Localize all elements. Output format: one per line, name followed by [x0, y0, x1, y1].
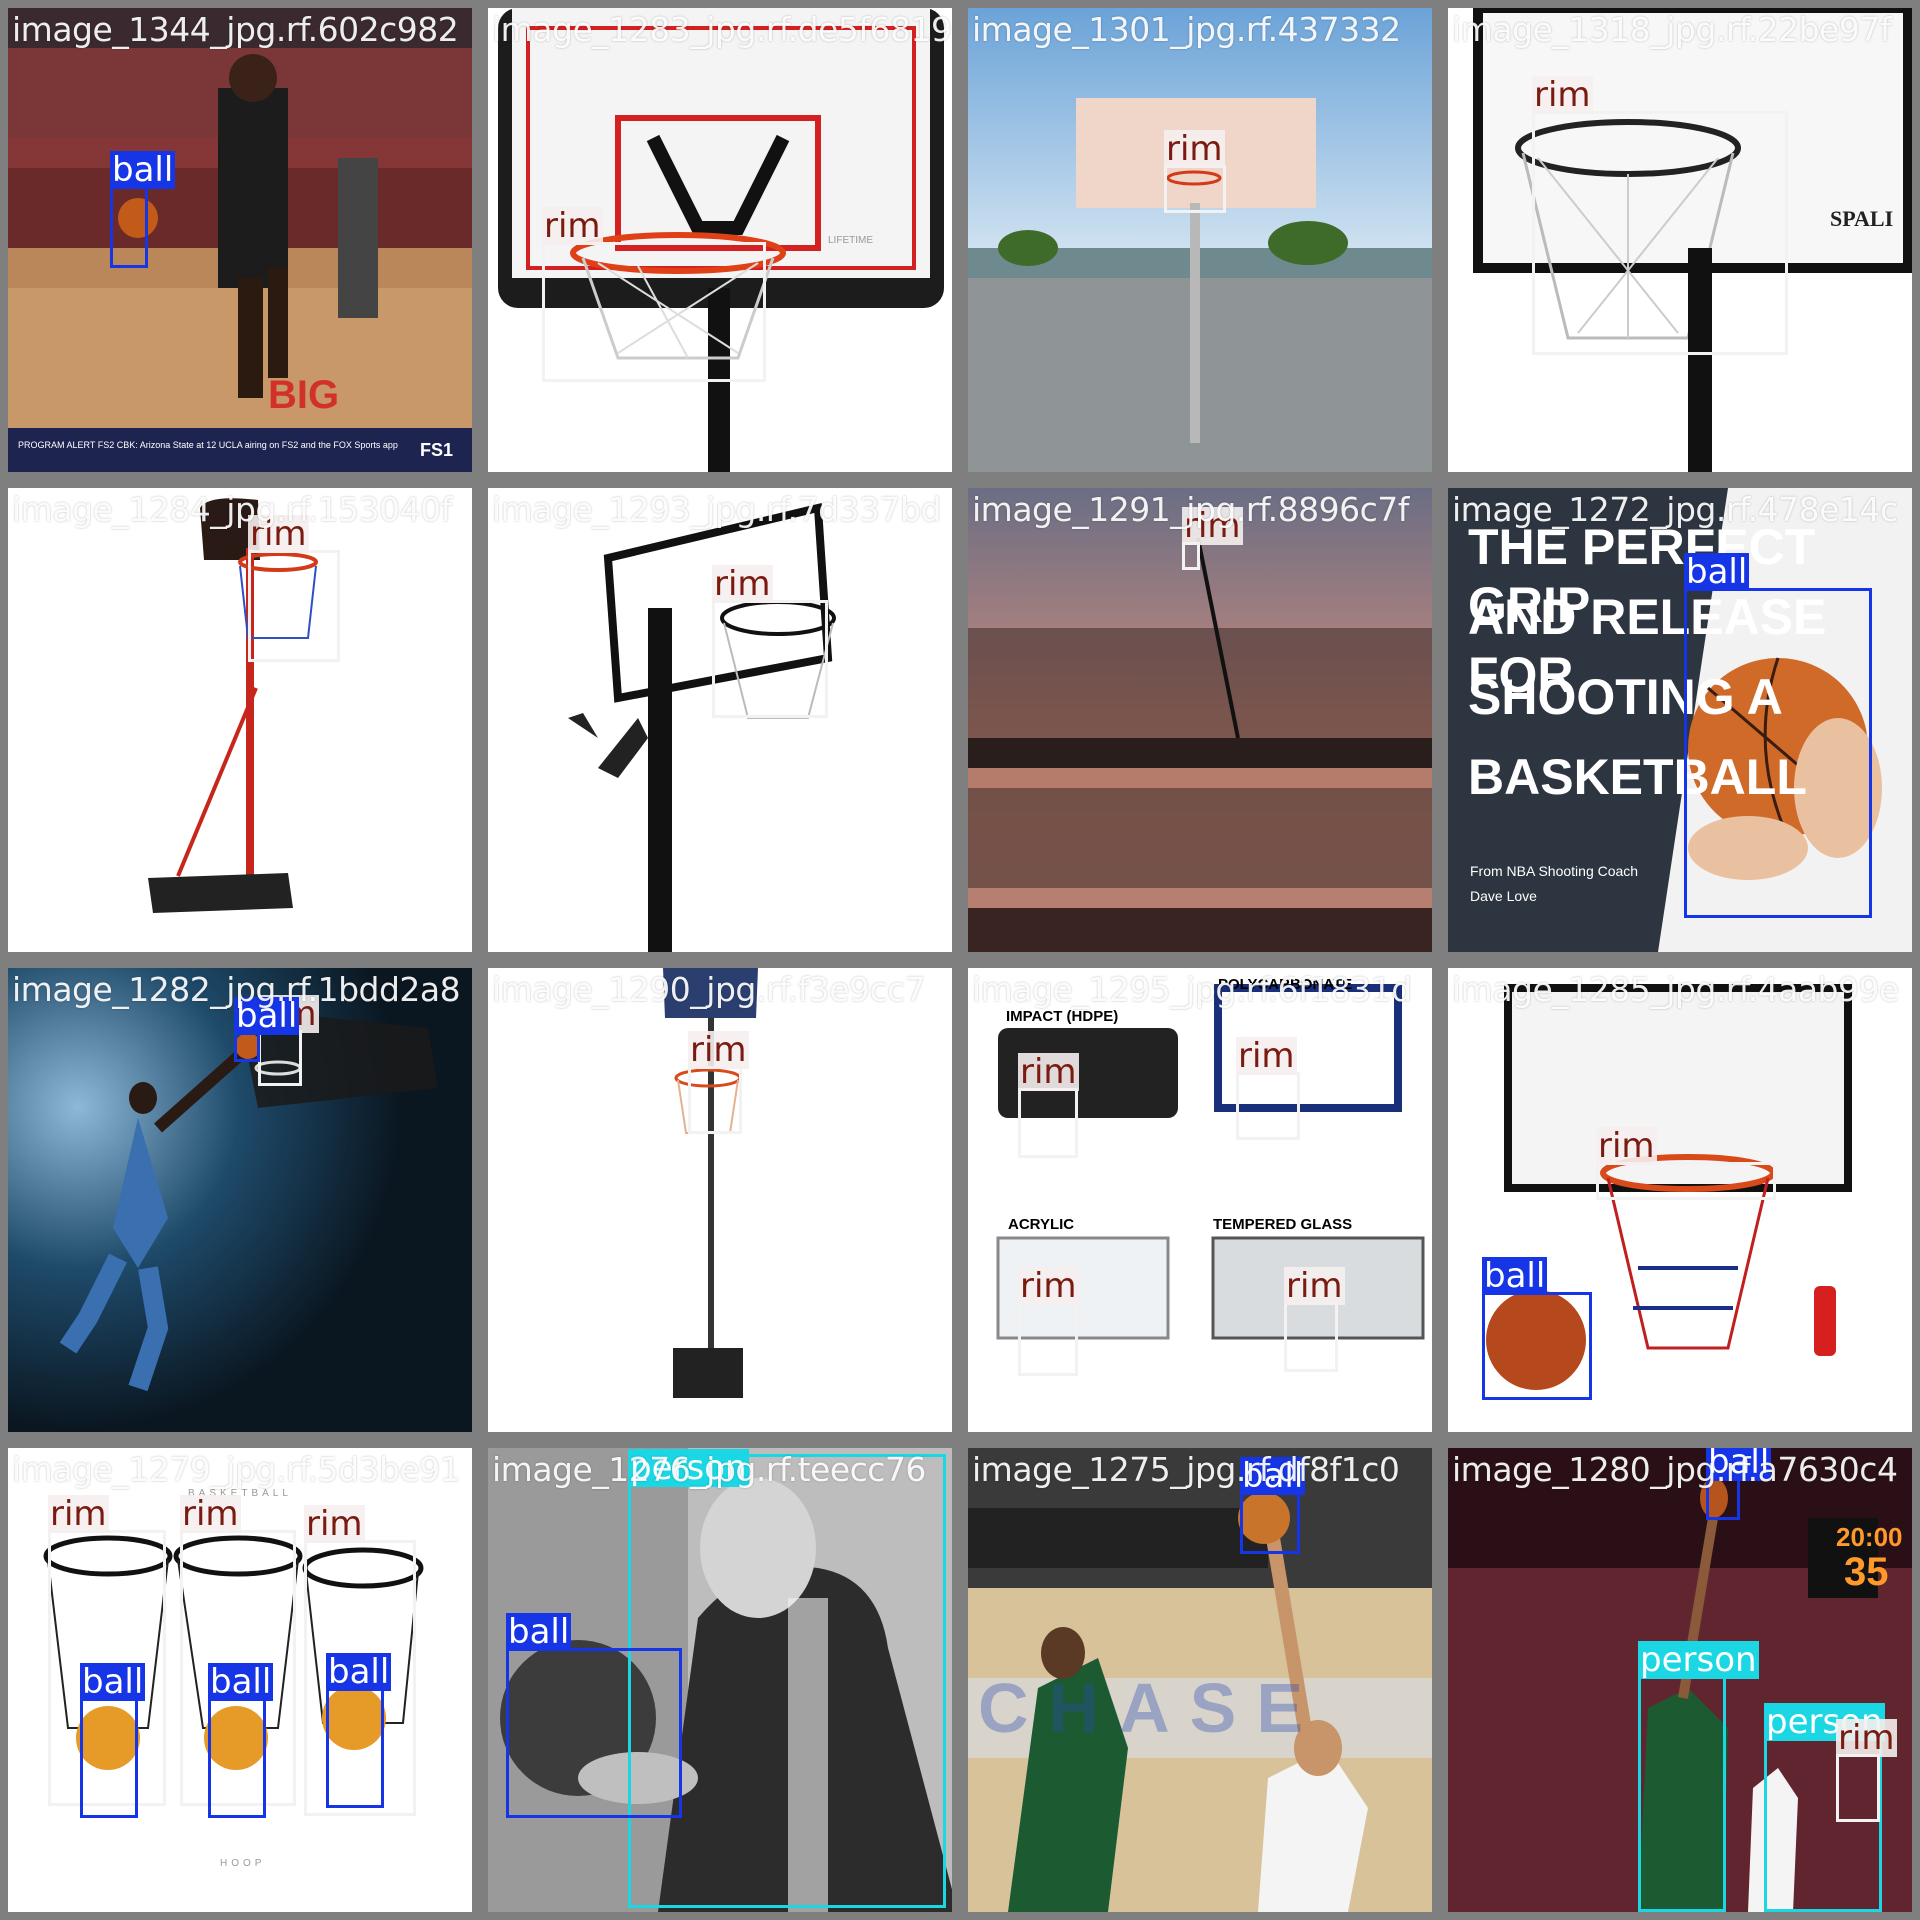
board-label-acrylic: ACRYLIC	[1008, 1216, 1075, 1233]
tile-title: image_1275_jpg.rf.df8f1c0	[972, 1450, 1400, 1489]
bbox-label: rim	[48, 1494, 109, 1534]
portable-scene	[8, 488, 472, 952]
tile-title: image_1295_jpg.rf.6f1831d	[972, 970, 1412, 1009]
bbox-label: ball	[326, 1652, 392, 1692]
tile-title: image_1280_jpg.rf.a7630c4	[1452, 1450, 1898, 1489]
tile-12: image_1285_jpg.rf.4aab99e rim ball	[1448, 968, 1912, 1432]
bbox-label: ball	[1482, 1256, 1548, 1296]
bbox-label: ball	[1684, 552, 1750, 592]
rim-bbox: rim	[1164, 130, 1226, 213]
mosaic-grid: FS1 PROGRAM ALERT FS2 CBK: Arizona State…	[0, 0, 1920, 1920]
ball-bbox: ball	[1684, 553, 1872, 918]
tile-9: image_1282_jpg.rf.1bdd2a8 rim ball	[8, 968, 472, 1432]
ball-bbox: ball	[208, 1663, 274, 1818]
board-label-glass: TEMPERED GLASS	[1213, 1216, 1353, 1233]
rim-bbox: rim	[248, 515, 340, 662]
ball-bbox: ball	[506, 1613, 682, 1818]
tile-7: image_1291_jpg.rf.8896c7f rim	[968, 488, 1432, 952]
board-brand: SPALI	[1830, 206, 1893, 231]
bbox-label: rim	[1596, 1126, 1657, 1166]
bbox-label: ball	[110, 150, 176, 190]
rim-bbox: rim	[1018, 1267, 1079, 1376]
tile-2: LIFETIME image_1283_jpg.rf.de5f6819 rim	[488, 8, 952, 472]
rim-bbox: rim	[542, 207, 766, 382]
tile-title: image_1284_jpg.rf.153040f	[12, 490, 452, 529]
tile-title: image_1272_jpg.rf.478e14c	[1452, 490, 1898, 529]
ball-bbox: ball	[1482, 1257, 1592, 1400]
tile-title: image_1279_jpg.rf.5d3be91	[12, 1450, 461, 1489]
bbox-label: ball	[506, 1612, 572, 1652]
bbox-label: rim	[1836, 1718, 1897, 1758]
sunset-scene	[968, 488, 1432, 952]
rim-bbox: rim	[1596, 1127, 1776, 1200]
tile-title: image_1293_jpg.rf.7d337bd	[492, 490, 941, 529]
bbox-label: ball	[208, 1662, 274, 1702]
bbox-label: person	[1638, 1640, 1759, 1680]
tile-6: image_1293_jpg.rf.7d337bd rim	[488, 488, 952, 952]
rim-bbox: rim	[1018, 1053, 1079, 1158]
tile-14: image_1276_jpg.rf.teecc76 person ball	[488, 1448, 952, 1912]
tile-title: image_1276_jpg.rf.teecc76	[492, 1450, 926, 1489]
person-bbox: person	[1638, 1641, 1759, 1912]
tile-5: image_1284_jpg.rf.153040f rim	[8, 488, 472, 952]
tile-10: image_1290_jpg.rf.f3e9cc7 rim	[488, 968, 952, 1432]
tile-8: THE PERFECT GRIP AND RELEASE FOR SHOOTIN…	[1448, 488, 1912, 952]
tile-3: image_1301_jpg.rf.437332 rim	[968, 8, 1432, 472]
ball-bbox: ball	[1240, 1457, 1306, 1554]
bbox-label: rim	[180, 1494, 241, 1534]
tile-title: image_1290_jpg.rf.f3e9cc7	[492, 970, 926, 1009]
tile-16: 20:00 35 image_1280_jpg.rf.a7630c4 ball …	[1448, 1448, 1912, 1912]
rim-bbox: rim	[1532, 76, 1788, 355]
bottom-caption: HOOP	[220, 1858, 266, 1869]
rim-bbox: rim	[1182, 507, 1243, 570]
bbox-label: rim	[1284, 1266, 1345, 1306]
court-lettering: CHASE	[978, 1669, 1324, 1747]
poster-subline-1: From NBA Shooting Coach	[1470, 863, 1639, 879]
ball-bbox: ball	[234, 997, 300, 1062]
tile-title: image_1283_jpg.rf.de5f6819	[492, 10, 952, 49]
ball-bbox: ball	[326, 1653, 392, 1808]
tile-15: CHASE image_1275_jpg.rf.df8f1c0 ball	[968, 1448, 1432, 1912]
bbox-label: rim	[1164, 129, 1225, 169]
poster-subline-2: Dave Love	[1470, 888, 1537, 904]
bbox-label: rim	[1018, 1266, 1079, 1306]
ball-bbox: ball	[80, 1663, 146, 1818]
channel-logo: FS1	[420, 440, 453, 460]
rim-bbox: rim	[1284, 1267, 1345, 1372]
bbox-label: rim	[304, 1504, 365, 1544]
tile-4: SPALI image_1318_jpg.rf.22be97f rim	[1448, 8, 1912, 472]
bbox-label: rim	[1236, 1036, 1297, 1076]
tile-title: image_1301_jpg.rf.437332	[972, 10, 1401, 49]
tile-1: FS1 PROGRAM ALERT FS2 CBK: Arizona State…	[8, 8, 472, 472]
ball-bbox: ball	[110, 151, 176, 268]
board-label-hdpe: IMPACT (HDPE)	[1006, 1008, 1119, 1025]
rim-bbox: rim	[712, 565, 828, 718]
arena-scene: FS1 PROGRAM ALERT FS2 CBK: Arizona State…	[8, 8, 472, 472]
tile-13: BASKETBALL HOOP image_1279_jpg.rf.5d3be9…	[8, 1448, 472, 1912]
court-lettering: BIG	[268, 373, 339, 417]
tile-title: image_1282_jpg.rf.1bdd2a8	[12, 970, 461, 1009]
outdoor-scene	[968, 8, 1432, 472]
board-brand: LIFETIME	[828, 235, 873, 246]
tile-11: IMPACT (HDPE) POLYCARBONATE ACRYLIC TEMP…	[968, 968, 1432, 1432]
bbox-label: rim	[1018, 1052, 1079, 1092]
bbox-label: rim	[542, 206, 603, 246]
tile-title: image_1291_jpg.rf.8896c7f	[972, 490, 1409, 529]
tile-title: image_1285_jpg.rf.4aab99e	[1452, 970, 1899, 1009]
shot-clock-bottom: 35	[1844, 1550, 1889, 1594]
bbox-label: rim	[712, 564, 773, 604]
tile-title: image_1318_jpg.rf.22be97f	[1452, 10, 1891, 49]
bbox-label: ball	[80, 1662, 146, 1702]
rim-bbox: rim	[1836, 1719, 1897, 1822]
rim-bbox: rim	[258, 995, 319, 1086]
tile-title: image_1344_jpg.rf.602c982	[12, 10, 459, 49]
hoop-scene	[488, 488, 952, 952]
ticker-banner: PROGRAM ALERT FS2 CBK: Arizona State at …	[18, 440, 398, 450]
bbox-label: rim	[688, 1030, 749, 1070]
rim-bbox: rim	[1236, 1037, 1300, 1140]
bbox-label: rim	[1532, 75, 1593, 115]
rim-bbox: rim	[688, 1031, 749, 1134]
shot-clock-top: 20:00	[1836, 1522, 1903, 1552]
